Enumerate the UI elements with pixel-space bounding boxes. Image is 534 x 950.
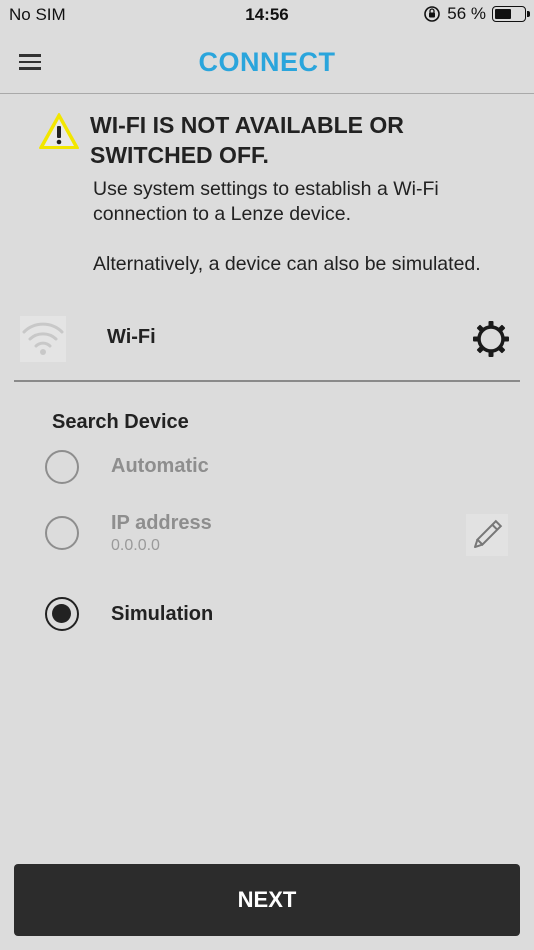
- option-ip-address-label: IP address: [111, 512, 212, 534]
- option-automatic[interactable]: Automatic: [0, 445, 534, 505]
- status-bar: No SIM 14:56 56 %: [0, 0, 534, 30]
- app-header: CONNECT: [0, 30, 534, 94]
- wifi-row: Wi-Fi: [0, 316, 534, 366]
- wifi-label: Wi-Fi: [107, 326, 156, 348]
- radio-automatic[interactable]: [45, 450, 79, 484]
- radio-simulation[interactable]: [45, 597, 79, 631]
- status-right: 56 %: [423, 4, 530, 24]
- wifi-icon: [20, 316, 66, 362]
- ip-address-value: 0.0.0.0: [111, 537, 160, 554]
- option-ip-address[interactable]: IP address 0.0.0.0: [0, 510, 534, 570]
- radio-ip-address[interactable]: [45, 516, 79, 550]
- search-device-title: Search Device: [52, 411, 189, 433]
- warning-text-simulation: Alternatively, a device can also be simu…: [93, 253, 481, 275]
- pencil-icon[interactable]: [466, 514, 508, 556]
- gear-icon[interactable]: [470, 318, 512, 360]
- next-button[interactable]: NEXT: [14, 864, 520, 936]
- option-simulation[interactable]: Simulation: [0, 585, 534, 645]
- warning-triangle-icon: [39, 113, 79, 149]
- warning-text-settings: Use system settings to establish a Wi-Fi…: [93, 178, 439, 225]
- battery-fill: [495, 9, 511, 19]
- page-title: CONNECT: [198, 47, 336, 77]
- section-divider: [14, 380, 520, 382]
- battery-icon: [492, 6, 530, 22]
- orientation-lock-icon: [424, 6, 441, 22]
- battery-percent: 56 %: [447, 4, 486, 23]
- warning-title: WI-FI IS NOT AVAILABLE OR SWITCHED OFF.: [90, 112, 404, 168]
- option-simulation-label: Simulation: [111, 603, 214, 625]
- option-automatic-label: Automatic: [111, 455, 209, 477]
